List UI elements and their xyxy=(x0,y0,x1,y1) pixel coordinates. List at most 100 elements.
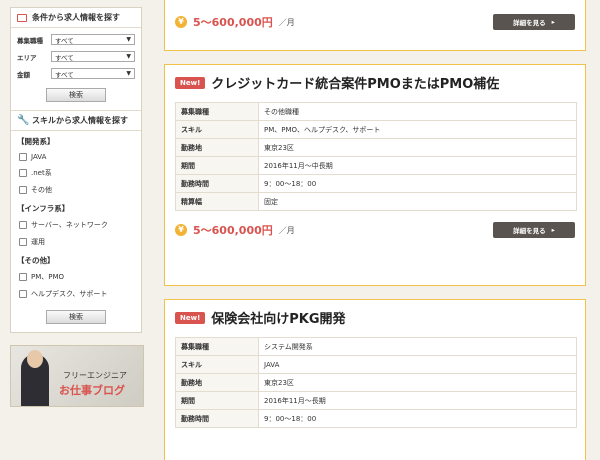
row-value: 2016年11月〜長期 xyxy=(258,391,577,410)
row-value: 9：00〜18：00 xyxy=(258,409,577,428)
row-key: 勤務地 xyxy=(175,138,259,157)
job-card: New! クレジットカード統合案件PMOまたはPMO補佐 募集職種 その他職種 ス… xyxy=(164,64,586,286)
price-row: ¥ 5〜600,000円 ／月 詳細を見る ▸ xyxy=(165,11,585,33)
detail-label: 詳細を見る xyxy=(513,19,546,27)
select-value: すべて xyxy=(55,53,74,62)
row-key: 勤務時間 xyxy=(175,409,259,428)
chevron-down-icon: ▼ xyxy=(126,70,131,77)
yen-coin-icon: ¥ xyxy=(175,16,187,28)
filter-row-job-type: 募集職種 すべて ▼ xyxy=(11,31,141,48)
table-row: 精算幅 固定 xyxy=(175,192,577,211)
group-title-other: 【その他】 xyxy=(17,256,55,265)
job-type-select[interactable]: すべて ▼ xyxy=(51,34,135,45)
detail-button[interactable]: 詳細を見る ▸ xyxy=(493,222,575,238)
checkbox-icon[interactable] xyxy=(19,237,27,246)
checkbox-icon[interactable] xyxy=(19,220,27,229)
table-row: 募集職種 その他職種 xyxy=(175,102,577,121)
price-amount: 5〜600,000円 xyxy=(193,16,273,29)
row-key: 期間 xyxy=(175,156,259,175)
condition-search-box: 条件から求人情報を探す 募集職種 すべて ▼ エリア すべて ▼ 金額 すべて ▼ 検… xyxy=(10,7,142,333)
banner-line1: フリーエンジニア xyxy=(63,371,127,380)
filter-row-amount: 金額 すべて ▼ xyxy=(11,65,141,82)
filter-label: 募集職種 xyxy=(17,36,43,45)
search-button[interactable]: 検索 xyxy=(46,88,106,102)
row-value: JAVA xyxy=(258,355,577,374)
table-row: 勤務地 東京23区 xyxy=(175,138,577,157)
checkbox-operation[interactable]: 運用 xyxy=(11,233,141,250)
price-unit: ／月 xyxy=(278,225,295,235)
price: ¥ 5〜600,000円 ／月 xyxy=(175,14,295,30)
row-value: 東京23区 xyxy=(258,373,577,392)
checkbox-label: .net系 xyxy=(31,168,52,177)
detail-button[interactable]: 詳細を見る ▸ xyxy=(493,14,575,30)
group-title-dev: 【開発系】 xyxy=(17,137,55,146)
table-row: 勤務時間 9：00〜18：00 xyxy=(175,409,577,428)
row-value: 固定 xyxy=(258,192,577,211)
chevron-right-icon: ▸ xyxy=(551,18,555,26)
chevron-down-icon: ▼ xyxy=(126,36,131,43)
table-row: 募集職種 システム開発系 xyxy=(175,337,577,356)
chevron-right-icon: ▸ xyxy=(551,226,555,234)
checkbox-label: その他 xyxy=(31,185,52,194)
row-value: 9：00〜18：00 xyxy=(258,174,577,193)
checkbox-java[interactable]: JAVA xyxy=(11,149,141,164)
job-detail-table: 募集職種 その他職種 スキル PM、PMO、ヘルプデスク、サポート 勤務地 東京23区… xyxy=(175,102,577,211)
banner-line2: お仕事ブログ xyxy=(59,384,125,397)
checkbox-server-network[interactable]: サーバー、ネットワーク xyxy=(11,216,141,233)
price-unit: ／月 xyxy=(278,17,295,27)
condition-search-header: 条件から求人情報を探す xyxy=(11,8,141,28)
row-key: 募集職種 xyxy=(175,337,259,356)
select-value: すべて xyxy=(55,70,74,79)
skill-search-button[interactable]: 検索 xyxy=(46,310,106,324)
filter-row-area: エリア すべて ▼ xyxy=(11,48,141,65)
row-value: 東京23区 xyxy=(258,138,577,157)
checkbox-icon[interactable] xyxy=(19,272,27,281)
select-value: すべて xyxy=(55,36,74,45)
checkbox-other-dev[interactable]: その他 xyxy=(11,181,141,198)
yen-coin-icon: ¥ xyxy=(175,224,187,236)
job-title[interactable]: 保険会社向けPKG開発 xyxy=(211,308,345,327)
job-card: New! 保険会社向けPKG開発 募集職種 システム開発系 スキル JAVA 勤務地… xyxy=(164,299,586,460)
checkbox-dotnet[interactable]: .net系 xyxy=(11,164,141,181)
table-row: 期間 2016年11月〜長期 xyxy=(175,391,577,410)
filter-label: 金額 xyxy=(17,70,30,79)
checkbox-label: PM、PMO xyxy=(31,272,65,281)
job-detail-table: 募集職種 システム開発系 スキル JAVA 勤務地 東京23区 期間 2016年11月〜… xyxy=(175,337,577,428)
checkbox-icon[interactable] xyxy=(19,289,27,298)
table-row: 勤務時間 9：00〜18：00 xyxy=(175,174,577,193)
chevron-down-icon: ▼ xyxy=(126,53,131,60)
checkbox-pm-pmo[interactable]: PM、PMO xyxy=(11,268,141,285)
row-key: 精算幅 xyxy=(175,192,259,211)
table-row: スキル PM、PMO、ヘルプデスク、サポート xyxy=(175,120,577,139)
checkbox-icon[interactable] xyxy=(19,152,27,161)
row-key: スキル xyxy=(175,355,259,374)
table-row: 期間 2016年11月〜中長期 xyxy=(175,156,577,175)
job-card: ¥ 5〜600,000円 ／月 詳細を見る ▸ xyxy=(164,0,586,51)
row-value: その他職種 xyxy=(258,102,577,121)
row-value: システム開発系 xyxy=(258,337,577,356)
checkbox-icon[interactable] xyxy=(19,185,27,194)
checkbox-icon[interactable] xyxy=(19,168,27,177)
skill-search-title: スキルから求人情報を探す xyxy=(32,116,128,125)
filter-label: エリア xyxy=(17,53,37,62)
row-key: 勤務時間 xyxy=(175,174,259,193)
price-amount: 5〜600,000円 xyxy=(193,224,273,237)
blog-banner[interactable]: フリーエンジニア お仕事ブログ xyxy=(10,345,144,407)
job-card-header: New! クレジットカード統合案件PMOまたはPMO補佐 xyxy=(165,65,585,98)
checkbox-label: ヘルプデスク、サポート xyxy=(31,289,108,298)
checkbox-helpdesk[interactable]: ヘルプデスク、サポート xyxy=(11,285,141,302)
checkbox-label: 運用 xyxy=(31,237,45,246)
table-row: スキル JAVA xyxy=(175,355,577,374)
job-list: ¥ 5〜600,000円 ／月 詳細を見る ▸ New! クレジットカード統合案件… xyxy=(164,0,586,460)
row-key: 期間 xyxy=(175,391,259,410)
amount-select[interactable]: すべて ▼ xyxy=(51,68,135,79)
new-badge: New! xyxy=(175,311,206,324)
area-select[interactable]: すべて ▼ xyxy=(51,51,135,62)
row-value: 2016年11月〜中長期 xyxy=(258,156,577,175)
job-title[interactable]: クレジットカード統合案件PMOまたはPMO補佐 xyxy=(211,73,499,92)
row-value: PM、PMO、ヘルプデスク、サポート xyxy=(258,120,577,139)
row-key: 募集職種 xyxy=(175,102,259,121)
monitor-icon xyxy=(17,13,27,22)
checkbox-label: JAVA xyxy=(31,152,47,161)
checkbox-label: サーバー、ネットワーク xyxy=(31,220,108,229)
